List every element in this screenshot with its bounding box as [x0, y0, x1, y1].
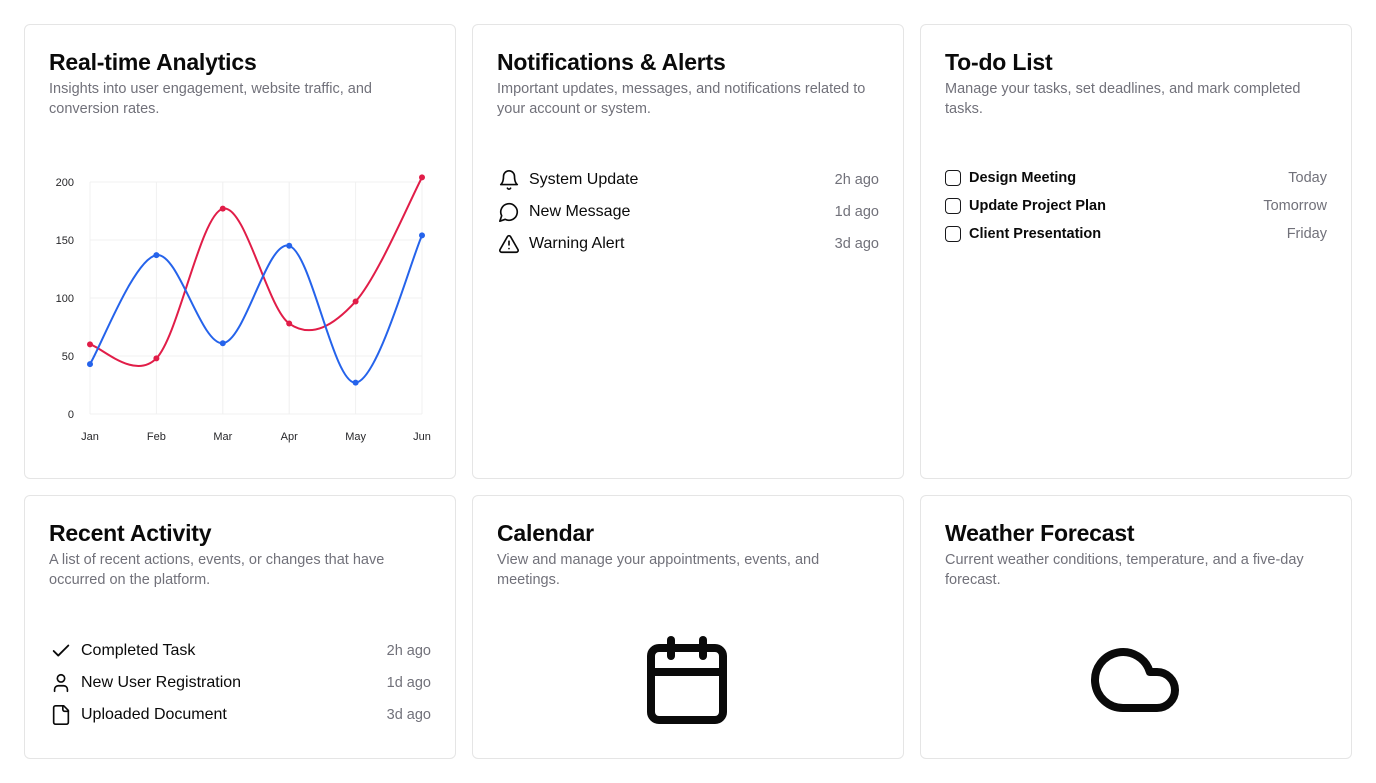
data-point	[219, 205, 226, 212]
todo-label: Client Presentation	[969, 226, 1102, 242]
activity-item[interactable]: Completed Task 2h ago	[49, 635, 431, 667]
notifications-card: Notifications & Alerts Important updates…	[472, 24, 904, 479]
data-point	[286, 320, 293, 327]
card-description: A list of recent actions, events, or cha…	[49, 552, 385, 588]
todo-label: Design Meeting	[969, 170, 1077, 186]
card-title: Notifications & Alerts	[497, 49, 726, 75]
card-description: Important updates, messages, and notific…	[497, 81, 866, 117]
notification-item[interactable]: System Update 2h ago	[497, 164, 879, 196]
notification-item[interactable]: New Message 1d ago	[497, 196, 879, 228]
activity-card: Recent Activity A list of recent actions…	[24, 495, 456, 759]
x-tick-label: Jun	[413, 431, 431, 443]
data-point	[87, 361, 93, 368]
y-tick-label: 150	[56, 235, 74, 247]
series-line	[89, 176, 423, 367]
activity-time: 3d ago	[386, 707, 431, 723]
data-point	[153, 355, 160, 362]
message-circle-icon	[497, 200, 521, 224]
activity-item[interactable]: New User Registration 1d ago	[49, 667, 431, 699]
activity-label: Uploaded Document	[81, 706, 227, 723]
activity-time: 1d ago	[386, 675, 431, 691]
todo-due: Tomorrow	[1263, 198, 1327, 214]
card-description: Current weather conditions, temperature,…	[945, 552, 1304, 588]
file-icon	[49, 703, 73, 727]
x-tick-label: Jan	[81, 431, 99, 443]
data-point	[352, 298, 359, 305]
x-tick-label: Mar	[213, 431, 232, 443]
y-tick-label: 50	[62, 351, 74, 363]
todo-item: Design Meeting Today	[945, 164, 1327, 192]
card-title: Weather Forecast	[945, 520, 1135, 546]
analytics-card: Real-time Analytics Insights into user e…	[24, 24, 456, 479]
bell-icon	[497, 168, 521, 192]
todo-checkbox[interactable]	[945, 170, 961, 186]
notification-label: System Update	[529, 171, 639, 188]
weather-card: Weather Forecast Current weather conditi…	[920, 495, 1352, 759]
calendar-card: Calendar View and manage your appointmen…	[472, 495, 904, 759]
data-point	[286, 242, 293, 249]
activity-item[interactable]: Uploaded Document 3d ago	[49, 699, 431, 731]
x-tick-label: Apr	[281, 431, 298, 443]
data-point	[87, 341, 93, 348]
todo-item: Update Project Plan Tomorrow	[945, 192, 1327, 220]
todo-checkbox[interactable]	[945, 226, 961, 242]
calendar-icon[interactable]	[639, 632, 735, 728]
cloud-icon[interactable]	[1087, 632, 1183, 728]
alert-triangle-icon	[497, 232, 521, 256]
notification-label: Warning Alert	[529, 235, 625, 252]
todo-label: Update Project Plan	[969, 198, 1106, 214]
card-title: Recent Activity	[49, 520, 212, 546]
y-tick-label: 100	[56, 293, 74, 305]
x-tick-label: Feb	[147, 431, 166, 443]
card-description: View and manage your appointments, event…	[497, 552, 820, 588]
activity-time: 2h ago	[386, 643, 431, 659]
x-tick-label: May	[345, 431, 366, 443]
todo-card: To-do List Manage your tasks, set deadli…	[920, 24, 1352, 479]
data-point	[219, 340, 226, 347]
card-description: Manage your tasks, set deadlines, and ma…	[945, 81, 1301, 117]
analytics-line-chart: 0 50 100 150 200 Jan Feb Mar Apr May Jun	[56, 174, 431, 443]
todo-due: Friday	[1286, 226, 1327, 242]
todo-item: Client Presentation Friday	[945, 220, 1327, 248]
notification-time: 1d ago	[834, 204, 879, 220]
data-point	[352, 379, 359, 386]
y-tick-label: 0	[68, 409, 74, 421]
activity-label: Completed Task	[81, 642, 196, 659]
card-title: To-do List	[945, 49, 1053, 75]
check-icon	[49, 639, 73, 663]
notification-item[interactable]: Warning Alert 3d ago	[497, 228, 879, 260]
notification-time: 2h ago	[834, 172, 879, 188]
todo-due: Today	[1288, 170, 1327, 186]
notification-time: 3d ago	[834, 236, 879, 252]
card-title: Calendar	[497, 520, 594, 546]
data-point	[153, 252, 160, 259]
todo-checkbox[interactable]	[945, 198, 961, 214]
data-point	[419, 232, 425, 239]
data-point	[419, 174, 425, 181]
y-tick-label: 200	[56, 177, 74, 189]
activity-label: New User Registration	[81, 674, 242, 691]
user-icon	[49, 671, 73, 695]
notification-label: New Message	[529, 203, 631, 220]
